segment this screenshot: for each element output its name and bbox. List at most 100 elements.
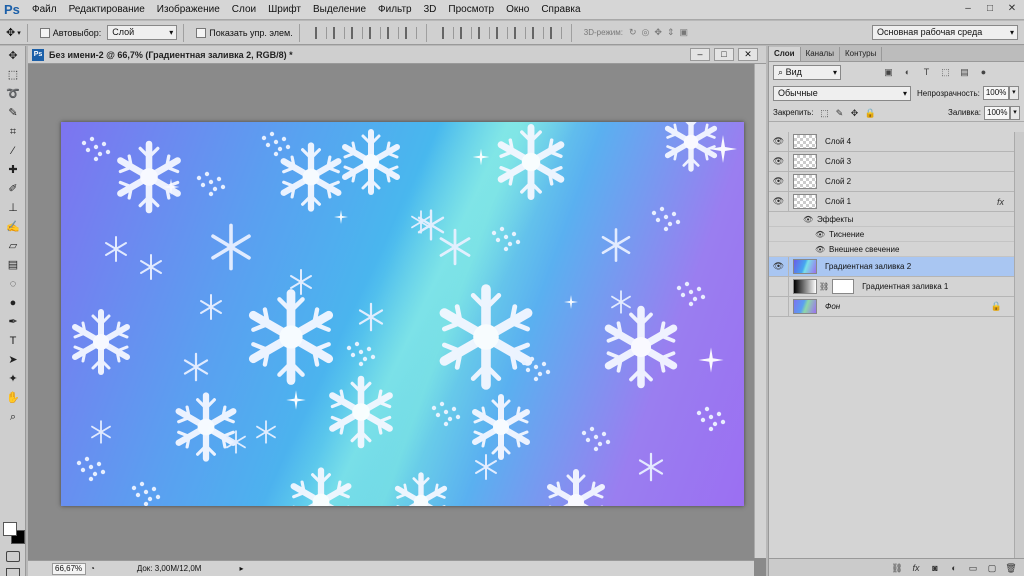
blend-mode-dropdown[interactable]: Обычные ▾ — [773, 85, 911, 101]
auto-align-icon[interactable] — [549, 26, 562, 39]
align-bottom-icon[interactable] — [350, 26, 363, 39]
eye-toggle-empty[interactable] — [769, 297, 789, 316]
foreground-color[interactable] — [3, 522, 17, 536]
3d-roll-icon[interactable]: ◎ — [642, 27, 650, 38]
color-swatches[interactable] — [3, 522, 25, 544]
3d-rotate-icon[interactable]: ↻ — [629, 27, 637, 38]
doc-close-button[interactable]: ✕ — [738, 48, 758, 61]
stamp-tool-icon[interactable]: ⊥ — [3, 200, 23, 217]
align-left-icon[interactable] — [368, 26, 381, 39]
effects-row[interactable]: 👁 Эффекты — [769, 212, 1014, 227]
screen-mode-icon[interactable] — [6, 568, 20, 576]
align-hcenter-icon[interactable] — [386, 26, 399, 39]
effect-row[interactable]: 👁 Внешнее свечение — [769, 242, 1014, 257]
dodge-tool-icon[interactable]: ● — [3, 295, 23, 312]
menu-3d[interactable]: 3D — [418, 0, 443, 20]
layer-row[interactable]: 👁 Слой 3 — [769, 152, 1014, 172]
delete-layer-icon[interactable]: 🗑 — [1005, 562, 1017, 574]
menu-image[interactable]: Изображение — [151, 0, 226, 20]
zoom-field[interactable]: 66,67% — [52, 562, 86, 575]
tab-layers[interactable]: Слои — [769, 47, 801, 61]
layer-row[interactable]: 👁 Слой 2 — [769, 172, 1014, 192]
document-scrollbar[interactable] — [754, 64, 766, 558]
opacity-slider-toggle[interactable]: ▾ — [1008, 86, 1019, 100]
menu-select[interactable]: Выделение — [307, 0, 372, 20]
add-mask-icon[interactable]: ◙ — [929, 562, 941, 574]
brush-tool-icon[interactable]: ✐ — [3, 181, 23, 198]
3d-slide-icon[interactable]: ⇕ — [667, 27, 675, 38]
minimize-button[interactable]: – — [960, 2, 976, 16]
filter-toggle-icon[interactable]: ● — [978, 67, 989, 78]
distribute-right-icon[interactable] — [531, 26, 544, 39]
fill-field[interactable]: 100% — [984, 105, 1010, 120]
adjustment-filter-icon[interactable]: ◐ — [902, 67, 913, 78]
fill-slider-toggle[interactable]: ▾ — [1010, 105, 1020, 120]
lock-position-icon[interactable]: ✥ — [850, 108, 860, 118]
pen-tool-icon[interactable]: ✒ — [3, 314, 23, 331]
close-button[interactable]: ✕ — [1004, 2, 1020, 16]
maximize-button[interactable]: □ — [982, 2, 998, 16]
lock-all-icon[interactable]: 🔒 — [865, 108, 876, 118]
menu-help[interactable]: Справка — [535, 0, 586, 20]
fx-icon[interactable]: fx — [910, 562, 922, 574]
path-select-tool-icon[interactable]: ➤ — [3, 352, 23, 369]
healing-tool-icon[interactable]: ✚ — [3, 162, 23, 179]
history-brush-tool-icon[interactable]: ✍ — [3, 219, 23, 236]
menu-file[interactable]: Файл — [26, 0, 63, 20]
eye-icon[interactable]: 👁 — [769, 132, 789, 151]
menu-window[interactable]: Окно — [500, 0, 535, 20]
blur-tool-icon[interactable]: ◌ — [3, 276, 23, 293]
distribute-bottom-icon[interactable] — [477, 26, 490, 39]
status-arrow-icon[interactable]: ▸ — [239, 564, 243, 573]
eye-icon[interactable]: 👁 — [815, 245, 825, 254]
lock-transparency-icon[interactable]: ⬚ — [820, 108, 830, 118]
status-info-icon[interactable]: ◔ — [90, 564, 95, 573]
doc-maximize-button[interactable]: □ — [714, 48, 734, 61]
link-layers-icon[interactable]: ⛓ — [891, 562, 903, 574]
shape-filter-icon[interactable]: ⬚ — [940, 67, 951, 78]
autoselect-checkbox[interactable] — [39, 27, 50, 38]
effect-row[interactable]: 👁 Тиснение — [769, 227, 1014, 242]
layer-row[interactable]: Фон 🔒 — [769, 297, 1014, 317]
layers-scrollbar[interactable] — [1014, 132, 1024, 576]
document-canvas[interactable] — [61, 122, 744, 506]
3d-pan-icon[interactable]: ✥ — [654, 27, 662, 38]
doc-minimize-button[interactable]: – — [690, 48, 710, 61]
eye-icon[interactable]: 👁 — [769, 172, 789, 191]
distribute-top-icon[interactable] — [441, 26, 454, 39]
document-tab[interactable]: Ps Без имени-2 @ 66,7% (Градиентная зали… — [28, 46, 766, 64]
menu-view[interactable]: Просмотр — [442, 0, 500, 20]
tab-paths[interactable]: Контуры — [840, 47, 883, 61]
eye-icon[interactable]: 👁 — [815, 230, 825, 239]
distribute-vcenter-icon[interactable] — [459, 26, 472, 39]
eye-icon[interactable]: 👁 — [769, 257, 789, 276]
move-tool-preset[interactable]: ✥ ▾ — [6, 26, 21, 39]
pixel-filter-icon[interactable]: ▣ — [883, 67, 894, 78]
zoom-tool-icon[interactable]: ⌕ — [3, 409, 23, 426]
eye-icon[interactable]: 👁 — [769, 152, 789, 171]
menu-filter[interactable]: Фильтр — [372, 0, 418, 20]
align-top-icon[interactable] — [314, 26, 327, 39]
kind-filter-dropdown[interactable]: ⌕ Вид ▾ — [773, 64, 841, 80]
quick-mask-icon[interactable] — [6, 551, 20, 562]
eye-toggle-empty[interactable] — [769, 277, 789, 296]
align-vcenter-icon[interactable] — [332, 26, 345, 39]
move-tool-icon[interactable]: ✥ — [3, 48, 23, 65]
layer-row[interactable]: 👁 Слой 4 — [769, 132, 1014, 152]
eyedropper-tool-icon[interactable]: ⁄ — [3, 143, 23, 160]
marquee-tool-icon[interactable]: ⬚ — [3, 67, 23, 84]
show-controls-checkbox[interactable] — [196, 27, 207, 38]
tab-channels[interactable]: Каналы — [801, 47, 840, 61]
new-layer-icon[interactable]: ▢ — [986, 562, 998, 574]
adjustment-layer-icon[interactable]: ◐ — [948, 562, 960, 574]
workspace-dropdown[interactable]: Основная рабочая среда ▾ — [872, 25, 1018, 40]
3d-scale-icon[interactable]: ▣ — [680, 27, 689, 38]
lasso-tool-icon[interactable]: ➰ — [3, 86, 23, 103]
distribute-hcenter-icon[interactable] — [513, 26, 526, 39]
layer-row[interactable]: ⛓ Градиентная заливка 1 — [769, 277, 1014, 297]
gradient-tool-icon[interactable]: ▤ — [3, 257, 23, 274]
smart-object-filter-icon[interactable]: ▤ — [959, 67, 970, 78]
distribute-left-icon[interactable] — [495, 26, 508, 39]
opacity-field[interactable]: 100% — [982, 86, 1009, 100]
menu-type[interactable]: Шрифт — [262, 0, 307, 20]
